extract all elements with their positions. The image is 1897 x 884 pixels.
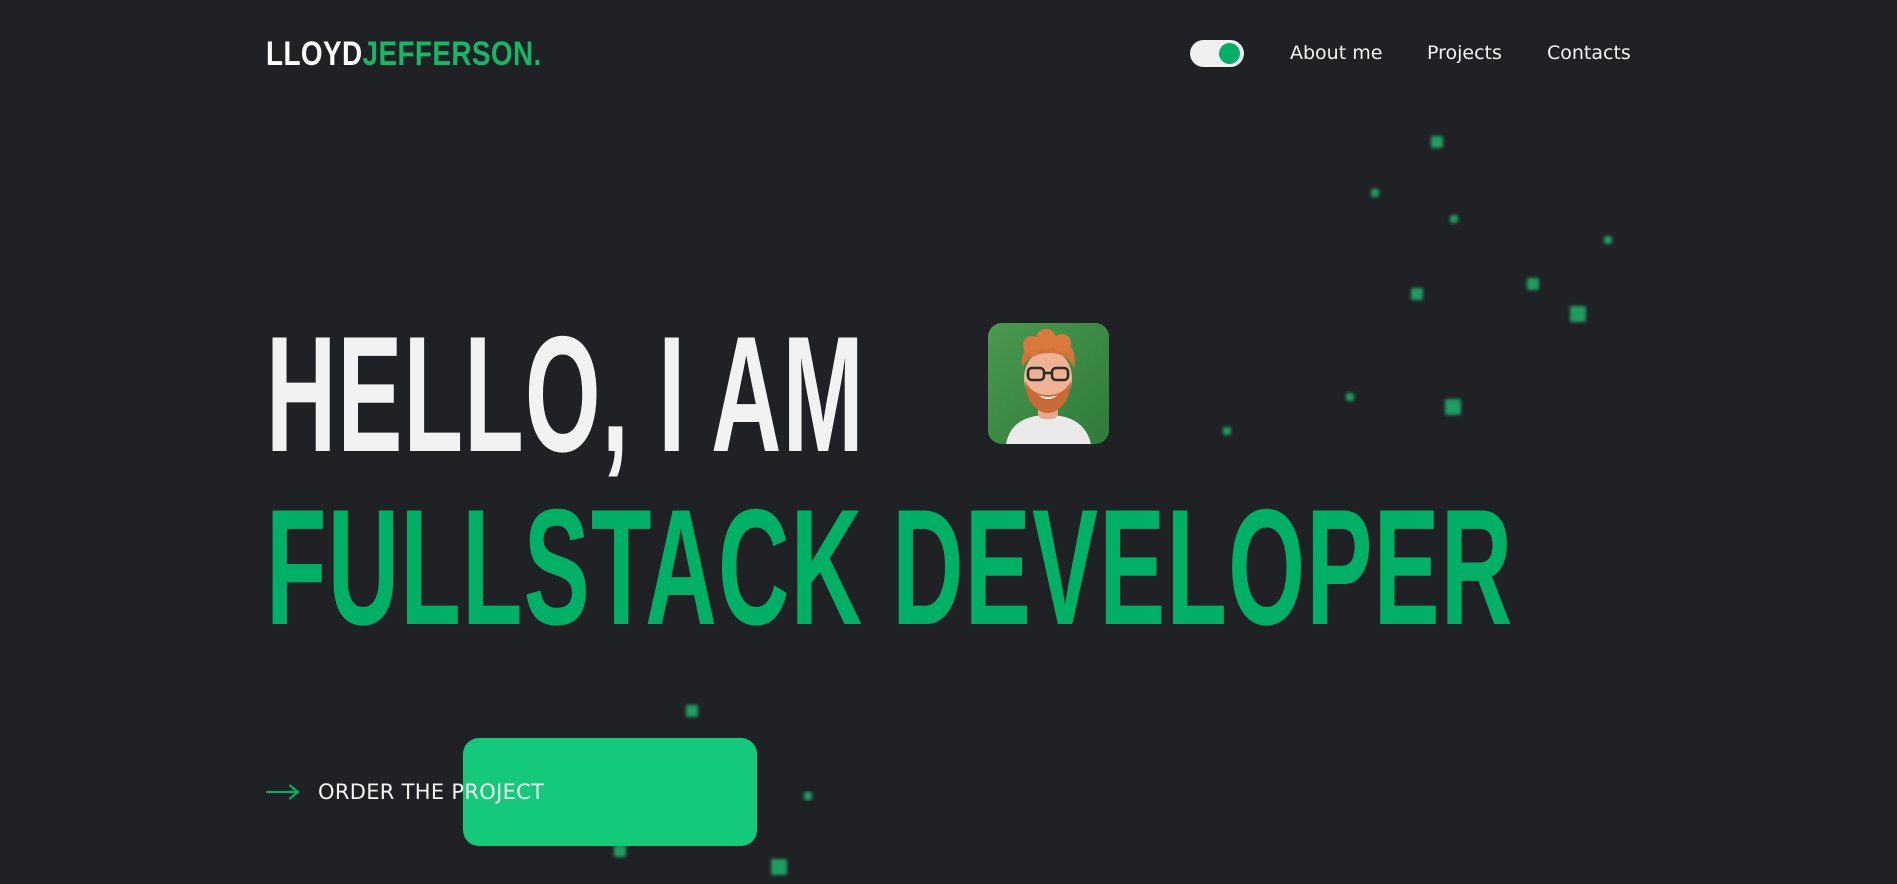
developer-portrait-icon — [988, 323, 1109, 444]
particle — [1431, 136, 1443, 148]
particle — [1223, 427, 1231, 435]
logo-first-name: LLOYD — [266, 35, 363, 73]
particle — [1445, 399, 1461, 415]
theme-toggle[interactable] — [1190, 40, 1244, 67]
particle — [771, 859, 787, 875]
order-project-button[interactable]: ORDER THE PROJECT — [266, 777, 544, 807]
logo-last-name: JEFFERSON. — [362, 35, 542, 73]
order-project-label: ORDER THE PROJECT — [318, 780, 545, 804]
particle — [686, 705, 698, 717]
particle — [1371, 189, 1379, 197]
particle — [1570, 306, 1586, 322]
particle — [1604, 236, 1612, 244]
hero-role: FULLSTACK DEVELOPER — [266, 475, 1514, 659]
toggle-knob — [1219, 43, 1240, 64]
particle — [804, 792, 812, 800]
arrow-right-icon — [266, 784, 300, 800]
particle — [1450, 215, 1458, 223]
nav-contacts[interactable]: Contacts — [1547, 41, 1631, 65]
nav-about-me[interactable]: About me — [1290, 41, 1382, 65]
particle — [1527, 278, 1539, 290]
avatar — [988, 323, 1109, 444]
particle — [1346, 393, 1354, 401]
particle — [614, 845, 626, 857]
hero-greeting: HELLO, I AM — [266, 302, 865, 486]
particle — [1411, 288, 1423, 300]
site-logo[interactable]: LLOYDJEFFERSON. — [266, 36, 542, 72]
nav-projects[interactable]: Projects — [1427, 41, 1502, 65]
